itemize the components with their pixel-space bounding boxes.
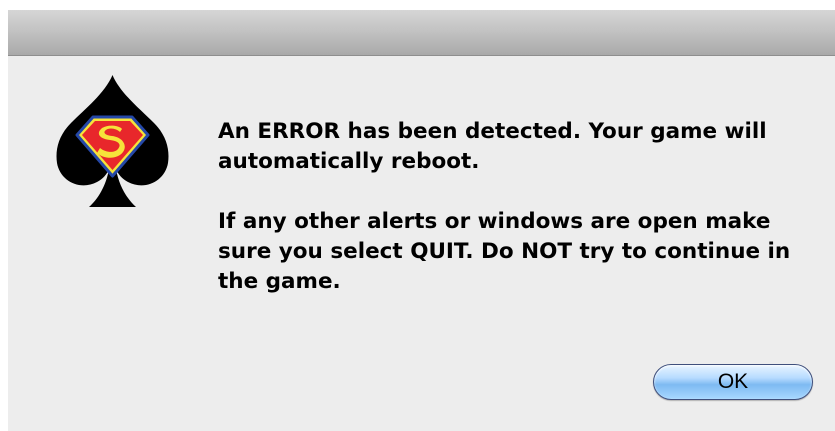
- error-message-line-1: An ERROR has been detected. Your game wi…: [218, 119, 767, 174]
- screen: An ERROR has been detected. Your game wi…: [0, 0, 835, 431]
- ok-button[interactable]: OK: [653, 364, 813, 400]
- error-message-line-2: If any other alerts or windows are open …: [218, 209, 791, 294]
- dialog-titlebar[interactable]: [8, 10, 835, 56]
- spade-superman-logo-icon: [56, 75, 169, 207]
- error-message: An ERROR has been detected. Your game wi…: [218, 117, 808, 297]
- alert-dialog: An ERROR has been detected. Your game wi…: [8, 10, 835, 431]
